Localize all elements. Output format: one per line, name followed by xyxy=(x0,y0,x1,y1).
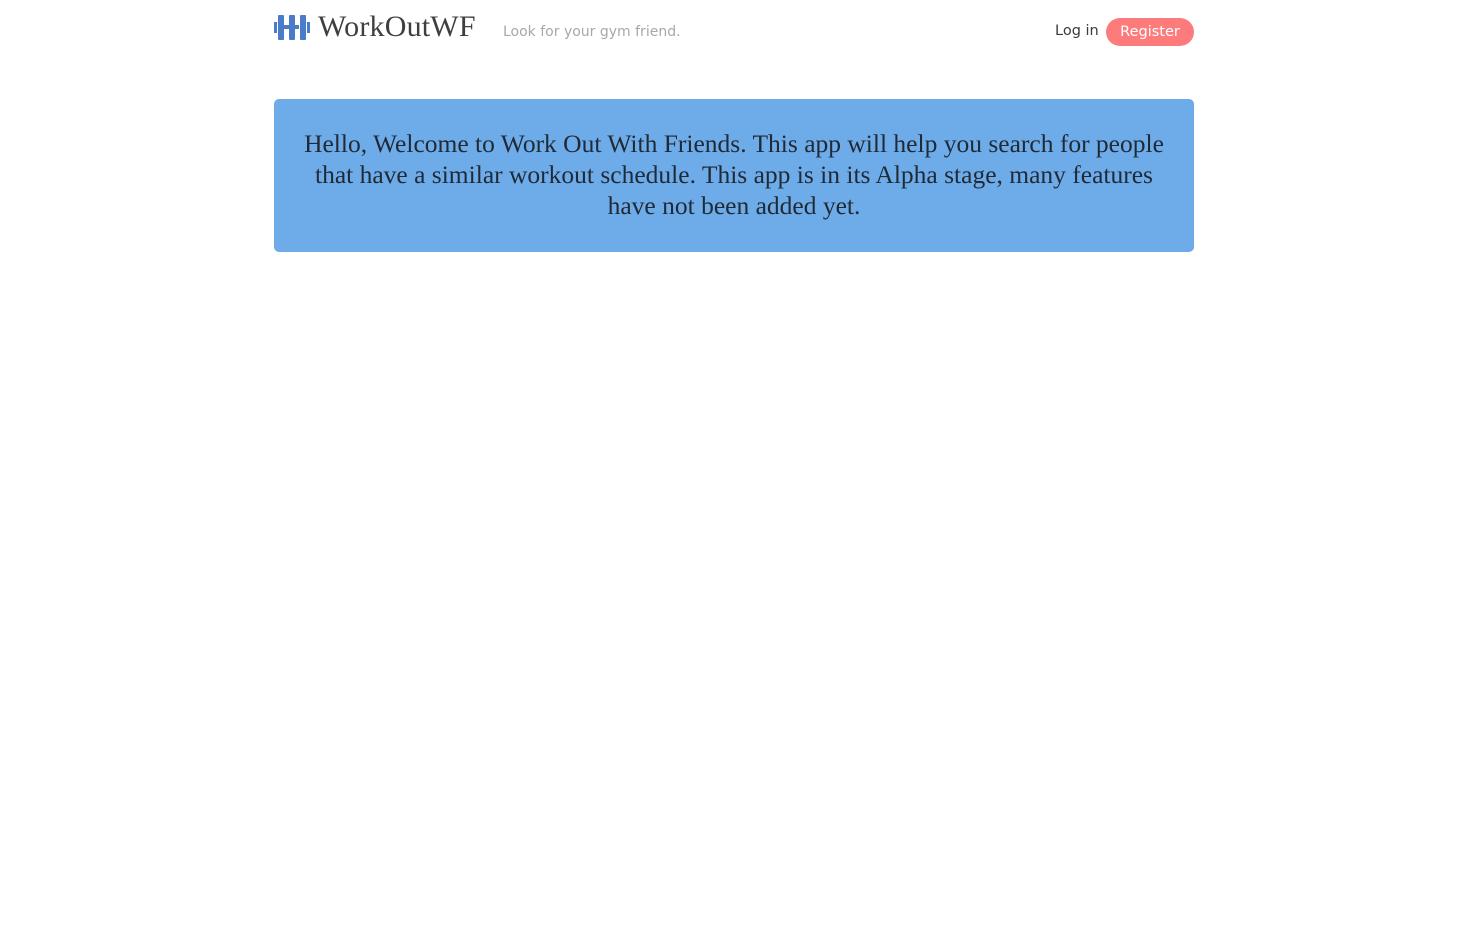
dumbbell-icon xyxy=(274,13,310,41)
welcome-message: Hello, Welcome to Work Out With Friends.… xyxy=(304,129,1164,220)
register-button[interactable]: Register xyxy=(1106,18,1194,46)
login-link[interactable]: Log in xyxy=(1055,21,1099,41)
welcome-banner: Hello, Welcome to Work Out With Friends.… xyxy=(274,99,1194,252)
brand-tagline: Look for your gym friend. xyxy=(503,24,681,40)
brand-title[interactable]: WorkOutWF xyxy=(318,10,476,44)
site-header: WorkOutWF Look for your gym friend. Log … xyxy=(274,0,1194,64)
